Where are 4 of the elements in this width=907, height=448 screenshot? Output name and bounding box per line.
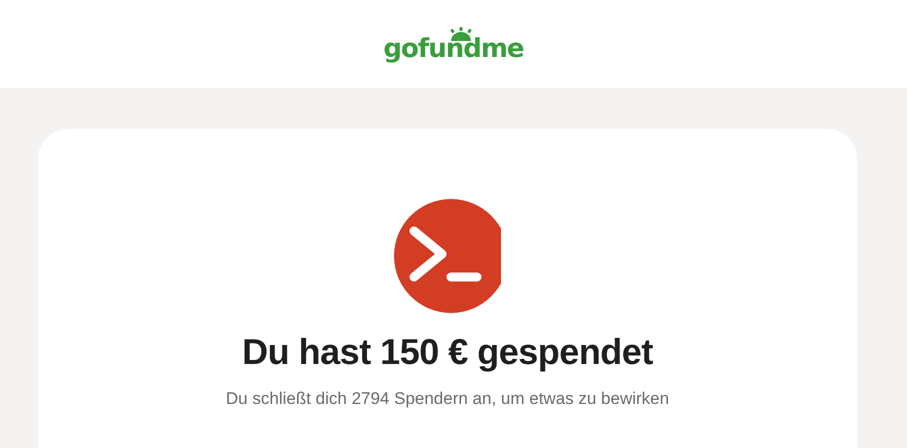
donation-title: Du hast 150 € gespendet <box>242 331 653 373</box>
terminal-icon <box>394 199 501 313</box>
donation-subtitle: Du schließt dich 2794 Spendern an, um etwas zu bewirken <box>226 389 670 409</box>
logo[interactable]: gofundme <box>383 36 524 62</box>
